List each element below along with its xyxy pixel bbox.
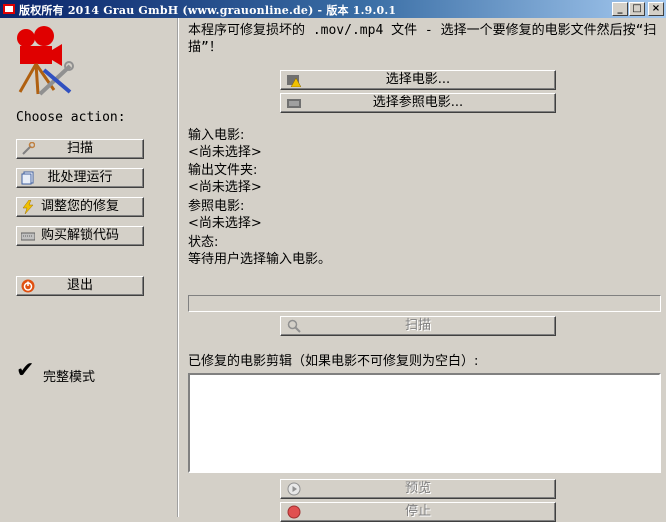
- batch-run-label: 批处理运行: [47, 170, 113, 185]
- exit-button-label: 退出: [66, 278, 93, 293]
- buy-unlock-code-button[interactable]: 购买解锁代码: [16, 226, 144, 246]
- exit-button[interactable]: 退出: [16, 276, 144, 296]
- batch-run-button[interactable]: 批处理运行: [16, 168, 144, 188]
- status-value: 等待用户选择输入电影。: [188, 252, 332, 267]
- full-mode-label: 完整模式: [43, 370, 96, 385]
- preview-button[interactable]: 预览: [280, 479, 556, 499]
- lightning-icon: [22, 200, 34, 214]
- buy-unlock-code-label: 购买解锁代码: [40, 228, 119, 243]
- movie-warning-icon: [287, 75, 301, 87]
- magnifier-icon: [287, 319, 301, 333]
- intro-text: 本程序可修复损坏的 .mov/.mp4 文件 - 选择一个要修复的电影文件然后按…: [188, 23, 657, 55]
- repaired-clips-list[interactable]: [188, 373, 661, 473]
- wrench-icon: [22, 142, 35, 155]
- repaired-clips-label: 已修复的电影剪辑（如果电影不可修复则为空白）:: [188, 354, 479, 369]
- select-movie-button[interactable]: 选择电影...: [280, 70, 556, 90]
- reference-movie-label: 参照电影:: [188, 199, 245, 214]
- input-movie-value: <尚未选择>: [188, 145, 262, 160]
- status-label: 状态:: [188, 235, 219, 250]
- minimize-button[interactable]: _: [612, 2, 628, 16]
- close-button[interactable]: ×: [648, 2, 664, 16]
- adjust-repair-label: 调整您的修复: [40, 199, 119, 214]
- select-reference-label: 选择参照电影...: [372, 95, 464, 110]
- scan-button-label: 扫描: [66, 141, 93, 156]
- reference-movie-value: <尚未选择>: [188, 216, 262, 231]
- batch-icon: [21, 171, 34, 185]
- select-movie-label: 选择电影...: [385, 72, 451, 87]
- camera-repair-logo-icon: [17, 26, 74, 96]
- scan-progress-bar: [188, 295, 661, 312]
- app-icon: [3, 4, 15, 14]
- scan-main-button[interactable]: 扫描: [280, 316, 556, 336]
- checkmark-icon: ✔: [16, 358, 35, 383]
- sidebar: Choose action: 扫描 批处理运行 调整您的修复 购买解锁代码 退出…: [0, 18, 179, 517]
- input-movie-label: 输入电影:: [188, 128, 245, 143]
- main-panel: 本程序可修复损坏的 .mov/.mp4 文件 - 选择一个要修复的电影文件然后按…: [178, 18, 666, 522]
- select-reference-movie-button[interactable]: 选择参照电影...: [280, 93, 556, 113]
- scan-button[interactable]: 扫描: [16, 139, 144, 159]
- output-folder-value: <尚未选择>: [188, 180, 262, 195]
- maximize-button[interactable]: □: [629, 2, 645, 16]
- title-bar[interactable]: 版权所有 2014 Grau GmbH (www.grauonline.de) …: [0, 0, 666, 18]
- adjust-repair-button[interactable]: 调整您的修复: [16, 197, 144, 217]
- window-title: 版权所有 2014 Grau GmbH (www.grauonline.de) …: [19, 4, 397, 17]
- play-icon: [287, 482, 301, 496]
- movie-icon: [287, 99, 301, 108]
- preview-label: 预览: [404, 481, 431, 496]
- power-icon: [21, 279, 35, 293]
- scan-main-label: 扫描: [404, 318, 431, 333]
- keyboard-icon: [21, 232, 35, 241]
- stop-button[interactable]: 停止: [280, 502, 556, 522]
- output-folder-label: 输出文件夹:: [188, 163, 258, 178]
- choose-action-label: Choose action:: [16, 110, 126, 125]
